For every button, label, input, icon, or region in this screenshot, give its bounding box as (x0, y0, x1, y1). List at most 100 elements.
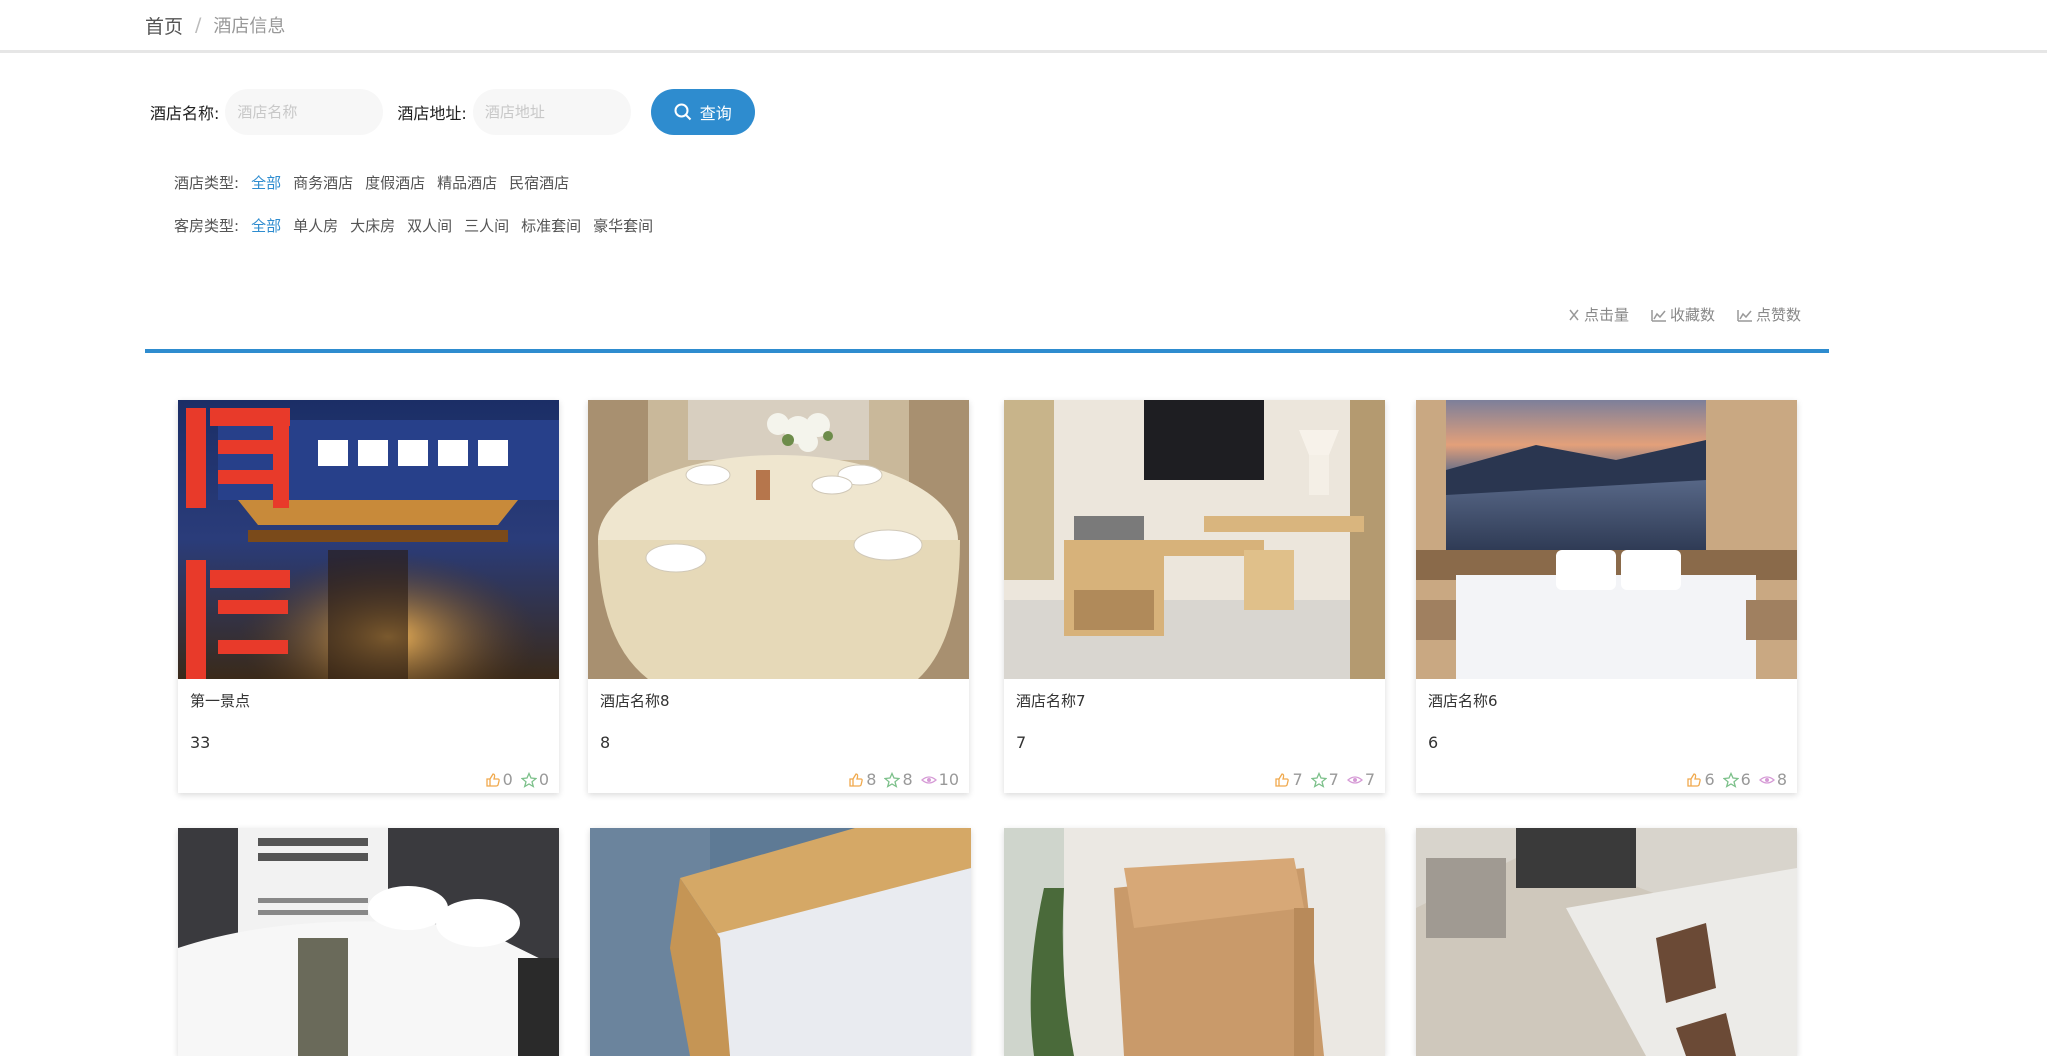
sort-clicks-label: 点击量 (1584, 306, 1630, 324)
hotel-number: 7 (1016, 733, 1027, 752)
hotel-type-label: 酒店类型: (174, 173, 240, 192)
like-count: 7 (1274, 770, 1303, 789)
sort-favorites-label: 收藏数 (1670, 306, 1716, 324)
thumbs-up-icon (849, 772, 864, 787)
star-icon (520, 771, 537, 788)
room-type-option[interactable]: 双人间 (407, 215, 452, 236)
hotel-image (1004, 400, 1385, 679)
view-count-value: 7 (1364, 770, 1375, 789)
query-button[interactable]: 查询 (650, 89, 755, 135)
like-count: 0 (485, 770, 513, 789)
hotel-type-filter: 酒店类型: 全部 商务酒店 度假酒店 精品酒店 民宿酒店 (174, 168, 581, 196)
like-count-value: 0 (502, 770, 513, 789)
sort-icon (1569, 309, 1579, 320)
sort-by-clicks[interactable]: 点击量 (1567, 304, 1629, 325)
like-count: 6 (1686, 770, 1715, 789)
search-icon (674, 103, 692, 121)
room-type-option[interactable]: 豪华套间 (593, 215, 653, 236)
query-button-label: 查询 (699, 104, 732, 123)
room-type-option[interactable]: 标准套间 (521, 215, 581, 236)
like-count-value: 7 (1292, 770, 1303, 789)
hotel-card[interactable]: 酒店名称8 8 8 8 10 (588, 400, 969, 793)
hotel-image (178, 828, 559, 1056)
trend-chart-icon (1737, 309, 1753, 322)
hotel-card[interactable]: 酒店名称7 7 7 7 7 (1004, 400, 1385, 793)
trend-chart-icon (1651, 309, 1667, 322)
hotel-image (590, 828, 971, 1056)
favorite-count: 0 (520, 770, 549, 789)
hotel-type-option[interactable]: 全部 (251, 172, 281, 193)
like-count: 8 (848, 770, 876, 789)
room-type-option[interactable]: 单人房 (293, 215, 338, 236)
hotel-type-option[interactable]: 民宿酒店 (509, 172, 569, 193)
room-type-filter: 客房类型: 全部 单人房 大床房 双人间 三人间 标准套间 豪华套间 (174, 211, 665, 239)
room-type-label: 客房类型: (174, 216, 240, 235)
hotel-card[interactable]: 第一景点 33 0 0 (178, 400, 559, 793)
hotel-name-label: 酒店名称: (150, 104, 220, 123)
favorite-count: 6 (1722, 770, 1751, 789)
hotel-number: 33 (190, 733, 211, 752)
like-count-value: 6 (1704, 770, 1715, 789)
eye-icon (1758, 775, 1775, 784)
hotel-name: 酒店名称8 (600, 692, 670, 710)
hotel-name-input[interactable] (225, 89, 384, 135)
thumbs-up-icon (1275, 772, 1290, 787)
hotel-stats: 6 6 8 (1678, 770, 1787, 789)
sort-by-likes[interactable]: 点赞数 (1737, 304, 1801, 325)
favorite-count-value: 0 (538, 770, 549, 789)
sort-bar: 点击量 收藏数 点赞数 (1545, 304, 1801, 325)
eye-icon (1346, 775, 1363, 784)
star-icon (884, 771, 901, 788)
hotel-card[interactable] (590, 828, 971, 1056)
sort-by-favorites[interactable]: 收藏数 (1651, 304, 1715, 325)
list-divider (145, 349, 1829, 353)
eye-icon (920, 775, 937, 784)
hotel-address-label: 酒店地址: (397, 104, 467, 123)
view-count: 7 (1346, 770, 1375, 789)
hotel-name: 酒店名称6 (1428, 692, 1498, 710)
hotel-card[interactable]: 酒店名称6 6 6 6 8 (1416, 400, 1797, 793)
favorite-count-value: 6 (1740, 770, 1751, 789)
sort-likes-label: 点赞数 (1756, 306, 1802, 324)
favorite-count-value: 8 (902, 770, 913, 789)
hotel-card[interactable] (178, 828, 559, 1056)
search-form: 酒店名称: 酒店地址: 查询 (150, 88, 755, 136)
star-icon (1310, 771, 1327, 788)
hotel-stats: 0 0 (477, 770, 549, 789)
hotel-card[interactable] (1416, 828, 1797, 1056)
breadcrumb-home-link[interactable]: 首页 (145, 12, 183, 39)
hotel-address-input[interactable] (472, 89, 631, 135)
room-type-option[interactable]: 大床房 (350, 215, 395, 236)
hotel-image (1416, 828, 1797, 1056)
thumbs-up-icon (485, 772, 500, 787)
hotel-image (178, 400, 559, 679)
hotel-stats: 7 7 7 (1266, 770, 1375, 789)
view-count: 10 (920, 770, 959, 789)
breadcrumb-separator: / (195, 14, 202, 36)
hotel-image (1004, 828, 1385, 1056)
hotel-number: 8 (600, 733, 611, 752)
star-icon (1722, 771, 1739, 788)
hotel-name: 酒店名称7 (1016, 692, 1086, 710)
like-count-value: 8 (866, 770, 877, 789)
favorite-count-value: 7 (1328, 770, 1339, 789)
hotel-image (588, 400, 969, 679)
hotel-number: 6 (1428, 733, 1439, 752)
favorite-count: 8 (884, 770, 913, 789)
breadcrumb-current: 酒店信息 (213, 16, 286, 37)
hotel-type-option[interactable]: 精品酒店 (437, 172, 497, 193)
hotel-card[interactable] (1004, 828, 1385, 1056)
room-type-option[interactable]: 全部 (251, 215, 281, 236)
view-count-value: 8 (1776, 770, 1787, 789)
breadcrumb: 首页 / 酒店信息 (145, 8, 285, 42)
hotel-name: 第一景点 (190, 692, 251, 710)
header-divider (0, 50, 2047, 53)
hotel-stats: 8 8 10 (840, 770, 959, 789)
thumbs-up-icon (1687, 772, 1702, 787)
favorite-count: 7 (1310, 770, 1339, 789)
view-count-value: 10 (938, 770, 959, 789)
room-type-option[interactable]: 三人间 (464, 215, 509, 236)
hotel-type-option[interactable]: 度假酒店 (365, 172, 425, 193)
hotel-image (1416, 400, 1797, 679)
hotel-type-option[interactable]: 商务酒店 (293, 172, 353, 193)
